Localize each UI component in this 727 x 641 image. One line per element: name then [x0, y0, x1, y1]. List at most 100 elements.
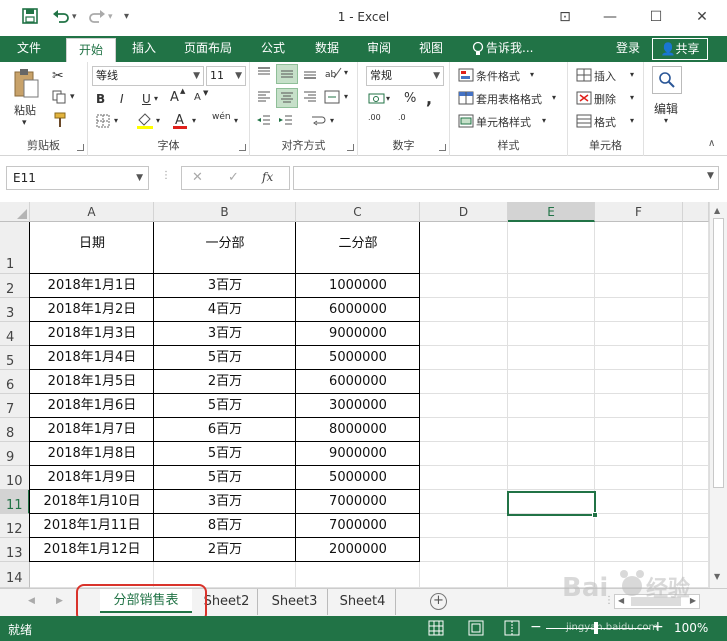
enter-icon[interactable]: ✓ [228, 170, 239, 185]
font-color-icon[interactable]: A [172, 112, 188, 133]
table-cell[interactable]: 6000000 [296, 298, 420, 322]
editing-button[interactable]: 编辑 [654, 100, 678, 117]
table-cell[interactable]: 2018年1月3日 [30, 322, 154, 346]
tab-split-icon[interactable]: ⋮ [604, 595, 614, 606]
tell-me-search[interactable]: 告诉我... [486, 36, 546, 62]
scroll-up-icon[interactable]: ▲ [714, 206, 720, 215]
tab-formulas[interactable]: 公式 [250, 36, 296, 62]
table-cell[interactable]: 5百万 [154, 394, 296, 418]
column-header-f[interactable]: F [595, 202, 683, 222]
table-cell[interactable]: 5000000 [296, 346, 420, 370]
increase-decimal-button[interactable]: .00 [368, 114, 381, 122]
tab-page-layout[interactable]: 页面布局 [174, 36, 242, 62]
normal-view-icon[interactable] [428, 620, 444, 639]
row-header-8[interactable]: 8 [0, 418, 30, 442]
merge-dropdown-icon[interactable]: ▾ [344, 92, 348, 101]
table-cell[interactable]: 6000000 [296, 370, 420, 394]
format-as-table-button[interactable]: 套用表格格式 [476, 91, 542, 107]
column-header-e[interactable]: E [508, 202, 595, 222]
add-sheet-icon[interactable]: + [430, 593, 447, 610]
row-header-11[interactable]: 11 [0, 490, 30, 514]
editing-dropdown-icon[interactable]: ▾ [664, 116, 668, 125]
table-cell[interactable]: 2018年1月4日 [30, 346, 154, 370]
formula-input[interactable] [293, 166, 719, 190]
select-all-corner[interactable] [0, 202, 30, 222]
table-cell[interactable]: 3百万 [154, 274, 296, 298]
sheet-tab-sheet3[interactable]: Sheet3 [262, 589, 328, 615]
phonetic-button[interactable]: wén [212, 112, 231, 122]
underline-dropdown-icon[interactable]: ▾ [154, 94, 158, 103]
row-header-9[interactable]: 9 [0, 442, 30, 466]
table-cell[interactable]: 5百万 [154, 442, 296, 466]
table-cell[interactable]: 2百万 [154, 538, 296, 562]
row-header-10[interactable]: 10 [0, 466, 30, 490]
align-center-icon[interactable] [276, 88, 298, 108]
insert-function-icon[interactable]: fx [262, 170, 273, 184]
page-layout-view-icon[interactable] [468, 620, 484, 639]
vertical-scroll-thumb[interactable] [713, 218, 724, 488]
fill-handle[interactable] [592, 512, 598, 518]
scroll-tabs-left-icon[interactable]: ◀ [28, 596, 35, 606]
bottom-align-icon[interactable] [302, 66, 318, 83]
decrease-indent-icon[interactable] [256, 114, 272, 131]
borders-icon[interactable] [96, 114, 110, 131]
signin-link[interactable]: 登录 [610, 36, 646, 62]
conditional-format-icon[interactable] [458, 68, 474, 85]
accounting-icon[interactable] [368, 92, 386, 109]
table-cell[interactable]: 9000000 [296, 442, 420, 466]
borders-dropdown-icon[interactable]: ▾ [114, 116, 118, 125]
top-align-icon[interactable] [256, 66, 272, 83]
orientation-dropdown-icon[interactable]: ▾ [344, 68, 348, 77]
table-cell[interactable]: 1000000 [296, 274, 420, 298]
column-header-a[interactable]: A [30, 202, 154, 222]
tab-file[interactable]: 文件 [4, 36, 54, 62]
share-button[interactable]: 👤共享 [652, 38, 708, 60]
table-header-cell[interactable]: 日期 [30, 234, 154, 254]
font-color-dropdown-icon[interactable]: ▾ [192, 116, 196, 125]
row-header-7[interactable]: 7 [0, 394, 30, 418]
row-header-13[interactable]: 13 [0, 538, 30, 562]
copy-dropdown-icon[interactable]: ▾ [70, 92, 75, 102]
delete-cells-button[interactable]: 删除 [594, 91, 616, 107]
row-header-12[interactable]: 12 [0, 514, 30, 538]
zoom-level[interactable]: 100% [674, 621, 708, 635]
scroll-tabs-right-icon[interactable]: ▶ [56, 596, 63, 606]
table-cell[interactable]: 2018年1月12日 [30, 538, 154, 562]
maximize-button[interactable]: ☐ [636, 4, 676, 30]
table-cell[interactable]: 2018年1月7日 [30, 418, 154, 442]
bold-button[interactable]: B [96, 92, 105, 106]
paste-button[interactable]: 粘贴 [14, 102, 36, 118]
cell-styles-dropdown-icon[interactable]: ▾ [542, 116, 546, 125]
table-cell[interactable]: 2018年1月1日 [30, 274, 154, 298]
align-left-icon[interactable] [256, 90, 272, 107]
scroll-down-icon[interactable]: ▼ [714, 572, 720, 581]
column-header-d[interactable]: D [420, 202, 508, 222]
format-as-table-dropdown-icon[interactable]: ▾ [552, 93, 556, 102]
table-cell[interactable]: 2018年1月10日 [30, 490, 154, 514]
insert-dropdown-icon[interactable]: ▾ [630, 70, 634, 79]
table-cell[interactable]: 2018年1月11日 [30, 514, 154, 538]
accounting-dropdown-icon[interactable]: ▾ [386, 94, 390, 103]
row-header-4[interactable]: 4 [0, 322, 30, 346]
page-break-view-icon[interactable] [504, 620, 520, 639]
font-name-combo[interactable]: 等线 ▼ [92, 66, 204, 86]
conditional-format-button[interactable]: 条件格式 [476, 68, 520, 84]
copy-icon[interactable] [52, 90, 68, 107]
close-button[interactable]: ✕ [682, 4, 722, 30]
percent-button[interactable]: % [404, 91, 416, 106]
table-cell[interactable]: 3百万 [154, 322, 296, 346]
sheet-tab-sheet4[interactable]: Sheet4 [330, 589, 396, 615]
table-cell[interactable]: 8000000 [296, 418, 420, 442]
collapse-ribbon-icon[interactable]: ∧ [708, 138, 715, 149]
cell-styles-button[interactable]: 单元格样式 [476, 114, 531, 130]
table-header-cell[interactable]: 一分部 [154, 234, 296, 254]
minimize-button[interactable]: — [590, 4, 630, 30]
table-cell[interactable]: 2000000 [296, 538, 420, 562]
orientation-icon[interactable]: ab [324, 66, 342, 83]
tab-view[interactable]: 视图 [408, 36, 454, 62]
column-header-g[interactable] [683, 202, 709, 222]
horizontal-scroll-thumb[interactable] [631, 597, 681, 606]
merge-center-icon[interactable] [324, 90, 340, 107]
fill-dropdown-icon[interactable]: ▾ [156, 116, 160, 125]
table-cell[interactable]: 3000000 [296, 394, 420, 418]
